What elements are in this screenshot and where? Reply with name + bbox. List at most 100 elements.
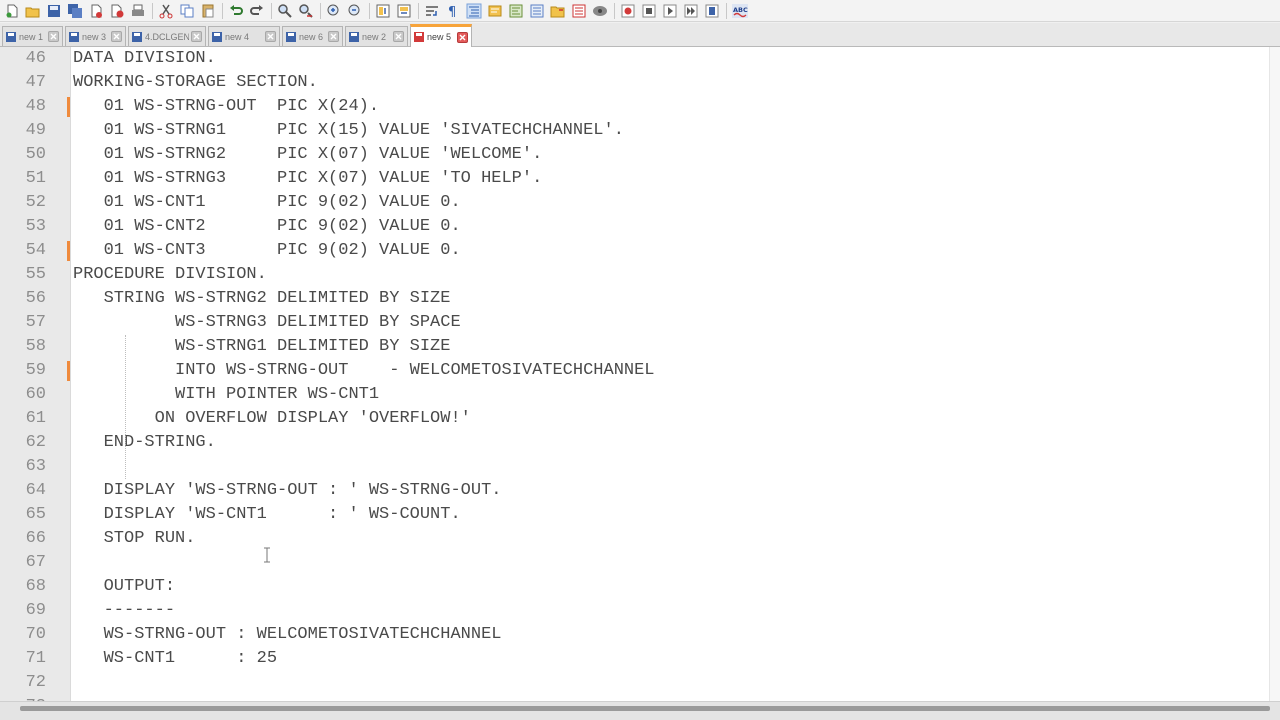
code-text[interactable]: DATA DIVISION. — [73, 47, 216, 71]
code-line[interactable]: 54 01 WS-CNT3 PIC 9(02) VALUE 0. — [0, 239, 1280, 263]
code-line[interactable]: 67 — [0, 551, 1280, 575]
code-line[interactable]: 58 WS-STRNG1 DELIMITED BY SIZE — [0, 335, 1280, 359]
document-list-button[interactable] — [571, 3, 587, 19]
function-list-button[interactable] — [529, 3, 545, 19]
save-macro-button[interactable] — [704, 3, 720, 19]
code-text[interactable]: WITH POINTER WS-CNT1 — [73, 383, 379, 407]
close-tab-icon[interactable] — [328, 31, 339, 42]
code-line[interactable]: 52 01 WS-CNT1 PIC 9(02) VALUE 0. — [0, 191, 1280, 215]
code-text[interactable]: 01 WS-CNT3 PIC 9(02) VALUE 0. — [73, 239, 461, 263]
show-all-characters-button[interactable]: ¶ — [445, 3, 461, 19]
tab-new-1[interactable]: new 1 — [2, 26, 63, 46]
indent-guide-button[interactable] — [466, 3, 482, 19]
code-line[interactable]: 55 PROCEDURE DIVISION. — [0, 263, 1280, 287]
code-line[interactable]: 53 01 WS-CNT2 PIC 9(02) VALUE 0. — [0, 215, 1280, 239]
print-button[interactable] — [130, 3, 146, 19]
close-all-button[interactable] — [109, 3, 125, 19]
code-text[interactable]: END-STRING. — [73, 431, 216, 455]
code-text[interactable]: PROCEDURE DIVISION. — [73, 263, 267, 287]
editor-pane[interactable]: 46 DATA DIVISION. 47 WORKING-STORAGE SECTIO… — [0, 47, 1280, 701]
code-line[interactable]: 70 WS-STRNG-OUT : WELCOMETOSIVATECHCHANN… — [0, 623, 1280, 647]
code-text[interactable]: WORKING-STORAGE SECTION. — [73, 71, 318, 95]
zoom-out-button[interactable] — [347, 3, 363, 19]
tab-4-dclgen[interactable]: 4.DCLGEN — [128, 26, 206, 46]
new-file-button[interactable] — [4, 3, 20, 19]
tab-new-5[interactable]: new 5 — [410, 24, 472, 47]
close-tab-icon[interactable] — [393, 31, 404, 42]
spell-check-button[interactable]: ABC — [732, 3, 748, 19]
close-button[interactable] — [88, 3, 104, 19]
code-line[interactable]: 57 WS-STRNG3 DELIMITED BY SPACE — [0, 311, 1280, 335]
vertical-scrollbar[interactable] — [1269, 47, 1280, 701]
code-text[interactable]: ------- — [73, 599, 175, 623]
code-line[interactable]: 51 01 WS-STRNG3 PIC X(07) VALUE 'TO HELP… — [0, 167, 1280, 191]
code-text[interactable]: WS-STRNG3 DELIMITED BY SPACE — [73, 311, 461, 335]
code-text[interactable]: WS-STRNG-OUT : WELCOMETOSIVATECHCHANNEL — [73, 623, 502, 647]
code-text[interactable]: 01 WS-STRNG3 PIC X(07) VALUE 'TO HELP'. — [73, 167, 543, 191]
tab-new-6[interactable]: new 6 — [282, 26, 343, 46]
code-text[interactable]: INTO WS-STRNG-OUT - WELCOMETOSIVATECHCHA… — [73, 359, 654, 383]
code-line[interactable]: 68 OUTPUT: — [0, 575, 1280, 599]
code-line[interactable]: 46 DATA DIVISION. — [0, 47, 1280, 71]
save-button[interactable] — [46, 3, 62, 19]
folder-as-workspace-button[interactable] — [550, 3, 566, 19]
record-macro-button[interactable] — [620, 3, 636, 19]
code-line[interactable]: 61 ON OVERFLOW DISPLAY 'OVERFLOW!' — [0, 407, 1280, 431]
paste-button[interactable] — [200, 3, 216, 19]
open-file-button[interactable] — [25, 3, 41, 19]
horizontal-scrollbar[interactable] — [0, 701, 1280, 720]
save-all-button[interactable] — [67, 3, 83, 19]
code-line[interactable]: 56 STRING WS-STRNG2 DELIMITED BY SIZE — [0, 287, 1280, 311]
code-line[interactable]: 65 DISPLAY 'WS-CNT1 : ' WS-COUNT. — [0, 503, 1280, 527]
document-map-button[interactable] — [508, 3, 524, 19]
code-line[interactable]: 72 — [0, 671, 1280, 695]
cut-button[interactable] — [158, 3, 174, 19]
close-tab-icon[interactable] — [265, 31, 276, 42]
code-text[interactable]: DISPLAY 'WS-STRNG-OUT : ' WS-STRNG-OUT. — [73, 479, 502, 503]
code-line[interactable]: 63 — [0, 455, 1280, 479]
code-text[interactable]: 01 WS-STRNG2 PIC X(07) VALUE 'WELCOME'. — [73, 143, 543, 167]
code-line[interactable]: 71 WS-CNT1 : 25 — [0, 647, 1280, 671]
close-tab-icon[interactable] — [191, 31, 202, 42]
code-text[interactable]: ON OVERFLOW DISPLAY 'OVERFLOW!' — [73, 407, 471, 431]
code-text[interactable]: 01 WS-CNT1 PIC 9(02) VALUE 0. — [73, 191, 461, 215]
code-text[interactable]: WS-CNT1 : 25 — [73, 647, 277, 671]
code-text[interactable]: STOP RUN. — [73, 527, 196, 551]
code-line[interactable]: 50 01 WS-STRNG2 PIC X(07) VALUE 'WELCOME… — [0, 143, 1280, 167]
monitoring-button[interactable] — [592, 3, 608, 19]
code-line[interactable]: 49 01 WS-STRNG1 PIC X(15) VALUE 'SIVATEC… — [0, 119, 1280, 143]
code-line[interactable]: 59 INTO WS-STRNG-OUT - WELCOMETOSIVATECH… — [0, 359, 1280, 383]
horizontal-scrollbar-thumb[interactable] — [20, 706, 1270, 711]
sync-vertical-button[interactable] — [375, 3, 391, 19]
tab-new-3[interactable]: new 3 — [65, 26, 126, 46]
playback-macro-button[interactable] — [662, 3, 678, 19]
tab-new-4[interactable]: new 4 — [208, 26, 280, 46]
code-text[interactable]: DISPLAY 'WS-CNT1 : ' WS-COUNT. — [73, 503, 461, 527]
close-tab-icon[interactable] — [111, 31, 122, 42]
close-tab-icon[interactable] — [48, 31, 59, 42]
code-text[interactable]: WS-STRNG1 DELIMITED BY SIZE — [73, 335, 450, 359]
copy-button[interactable] — [179, 3, 195, 19]
code-line[interactable]: 62 END-STRING. — [0, 431, 1280, 455]
code-line[interactable]: 60 WITH POINTER WS-CNT1 — [0, 383, 1280, 407]
code-text[interactable]: 01 WS-CNT2 PIC 9(02) VALUE 0. — [73, 215, 461, 239]
stop-recording-button[interactable] — [641, 3, 657, 19]
close-tab-icon[interactable] — [457, 31, 468, 43]
code-line[interactable]: 69 ------- — [0, 599, 1280, 623]
code-line[interactable]: 66 STOP RUN. — [0, 527, 1280, 551]
replace-button[interactable] — [298, 3, 314, 19]
word-wrap-button[interactable] — [424, 3, 440, 19]
code-text[interactable]: 01 WS-STRNG1 PIC X(15) VALUE 'SIVATECHCH… — [73, 119, 624, 143]
redo-button[interactable] — [249, 3, 265, 19]
code-line[interactable]: 64 DISPLAY 'WS-STRNG-OUT : ' WS-STRNG-OU… — [0, 479, 1280, 503]
code-text[interactable]: OUTPUT: — [73, 575, 175, 599]
sync-horizontal-button[interactable] — [396, 3, 412, 19]
code-line[interactable]: 48 01 WS-STRNG-OUT PIC X(24). — [0, 95, 1280, 119]
find-button[interactable] — [277, 3, 293, 19]
run-macro-multiple-button[interactable] — [683, 3, 699, 19]
code-line[interactable]: 47 WORKING-STORAGE SECTION. — [0, 71, 1280, 95]
user-language-button[interactable] — [487, 3, 503, 19]
tab-new-2[interactable]: new 2 — [345, 26, 408, 46]
code-text[interactable]: STRING WS-STRNG2 DELIMITED BY SIZE — [73, 287, 451, 311]
undo-button[interactable] — [228, 3, 244, 19]
